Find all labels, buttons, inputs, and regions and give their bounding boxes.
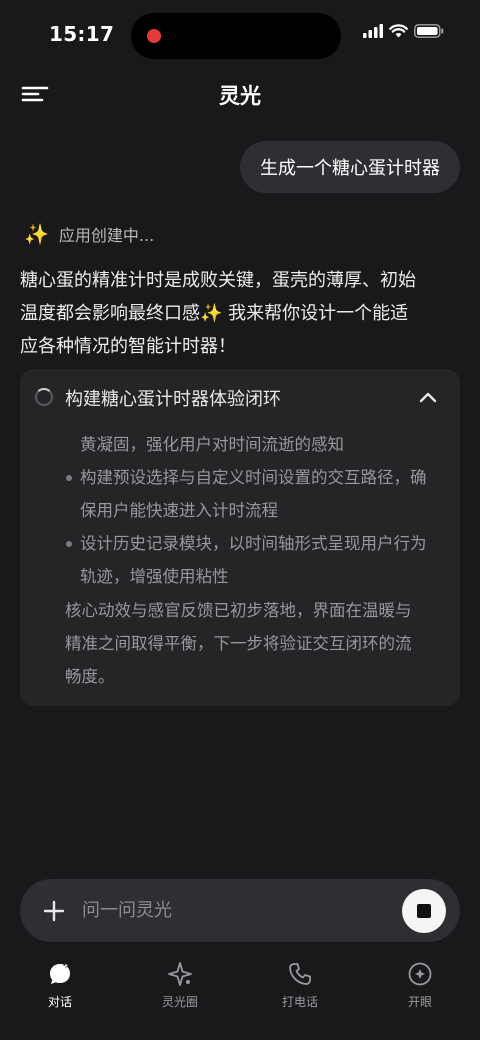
thinking-line: 构建预设选择与自定义时间设置的交互路径，确 — [80, 468, 427, 487]
chat-bubble-icon — [50, 962, 70, 984]
status-text: 应用创建中... — [58, 226, 155, 245]
tab-label: 开眼 — [407, 995, 432, 1009]
chevron-up-icon[interactable] — [418, 388, 438, 408]
app-creation-status: ✨ 应用创建中... — [24, 222, 154, 246]
tab-lingguang-circle[interactable]: 灵光圈 — [120, 955, 240, 1015]
thinking-title: 构建糖心蛋计时器体验闭环 — [65, 389, 281, 410]
sparkles-emoji-icon: ✨ — [200, 303, 223, 324]
tab-phone-call[interactable]: 打电话 — [240, 955, 360, 1015]
summary-line: 精准之间取得平衡，下一步将验证交互闭环的流 — [65, 634, 412, 653]
reply-line: 糖心蛋的精准计时是成败关键，蛋壳的薄厚、初始 — [20, 270, 416, 291]
eye-icon — [408, 962, 432, 986]
thinking-line: 设计历史记录模块，以时间轴形式呈现用户行为 — [80, 534, 427, 553]
nav-bar: 灵光 — [0, 72, 480, 116]
battery-icon — [414, 24, 444, 38]
plus-icon[interactable] — [42, 899, 66, 923]
status-time: 15:17 — [49, 22, 115, 46]
summary-line: 畅度。 — [65, 667, 115, 686]
tab-open-eye[interactable]: 开眼 — [360, 955, 480, 1015]
tab-label: 对话 — [47, 995, 72, 1009]
bullet-icon — [66, 475, 72, 481]
wifi-icon — [389, 24, 408, 38]
stop-icon — [417, 904, 431, 918]
sparkle-icon: ✨ — [24, 222, 49, 246]
thinking-line: 黄凝固，强化用户对时间流逝的感知 — [80, 435, 344, 454]
cellular-signal-icon — [363, 24, 383, 38]
user-message-bubble: 生成一个糖心蛋计时器 — [240, 141, 460, 193]
dynamic-island — [131, 13, 341, 59]
assistant-reply: 糖心蛋的精准计时是成败关键，蛋壳的薄厚、初始 温度都会影响最终口感✨ 我来帮你设… — [20, 264, 460, 363]
summary-line: 核心动效与感官反馈已初步落地，界面在温暖与 — [65, 601, 412, 620]
tab-label: 灵光圈 — [161, 995, 198, 1009]
composer-bar — [20, 879, 460, 942]
page-title: 灵光 — [219, 84, 261, 108]
thinking-line: 轨迹，增强使用粘性 — [80, 567, 229, 586]
thinking-card: 构建糖心蛋计时器体验闭环 黄凝固，强化用户对时间流逝的感知 构建预设选择与自定义… — [20, 369, 460, 706]
recording-indicator-icon — [147, 29, 161, 43]
tab-label: 打电话 — [281, 995, 318, 1009]
ask-input[interactable] — [82, 890, 382, 930]
thinking-card-header[interactable]: 构建糖心蛋计时器体验闭环 — [20, 369, 460, 425]
thinking-line: 保用户能快速进入计时流程 — [80, 501, 278, 520]
bullet-icon — [66, 541, 72, 547]
status-icons — [363, 24, 444, 38]
sparkle-star-icon — [168, 962, 192, 986]
stop-generation-button[interactable] — [402, 889, 446, 933]
tab-chat[interactable]: 对话 — [0, 955, 120, 1015]
reply-line: 应各种情况的智能计时器！ — [20, 336, 236, 357]
loading-spinner-icon — [35, 388, 53, 406]
tab-bar: 对话 灵光圈 打电话 开眼 — [0, 955, 480, 1015]
reply-line: 温度都会影响最终口感✨ 我来帮你设计一个能适 — [20, 303, 409, 324]
phone-icon — [289, 963, 311, 985]
status-bar: 15:17 — [0, 0, 480, 72]
